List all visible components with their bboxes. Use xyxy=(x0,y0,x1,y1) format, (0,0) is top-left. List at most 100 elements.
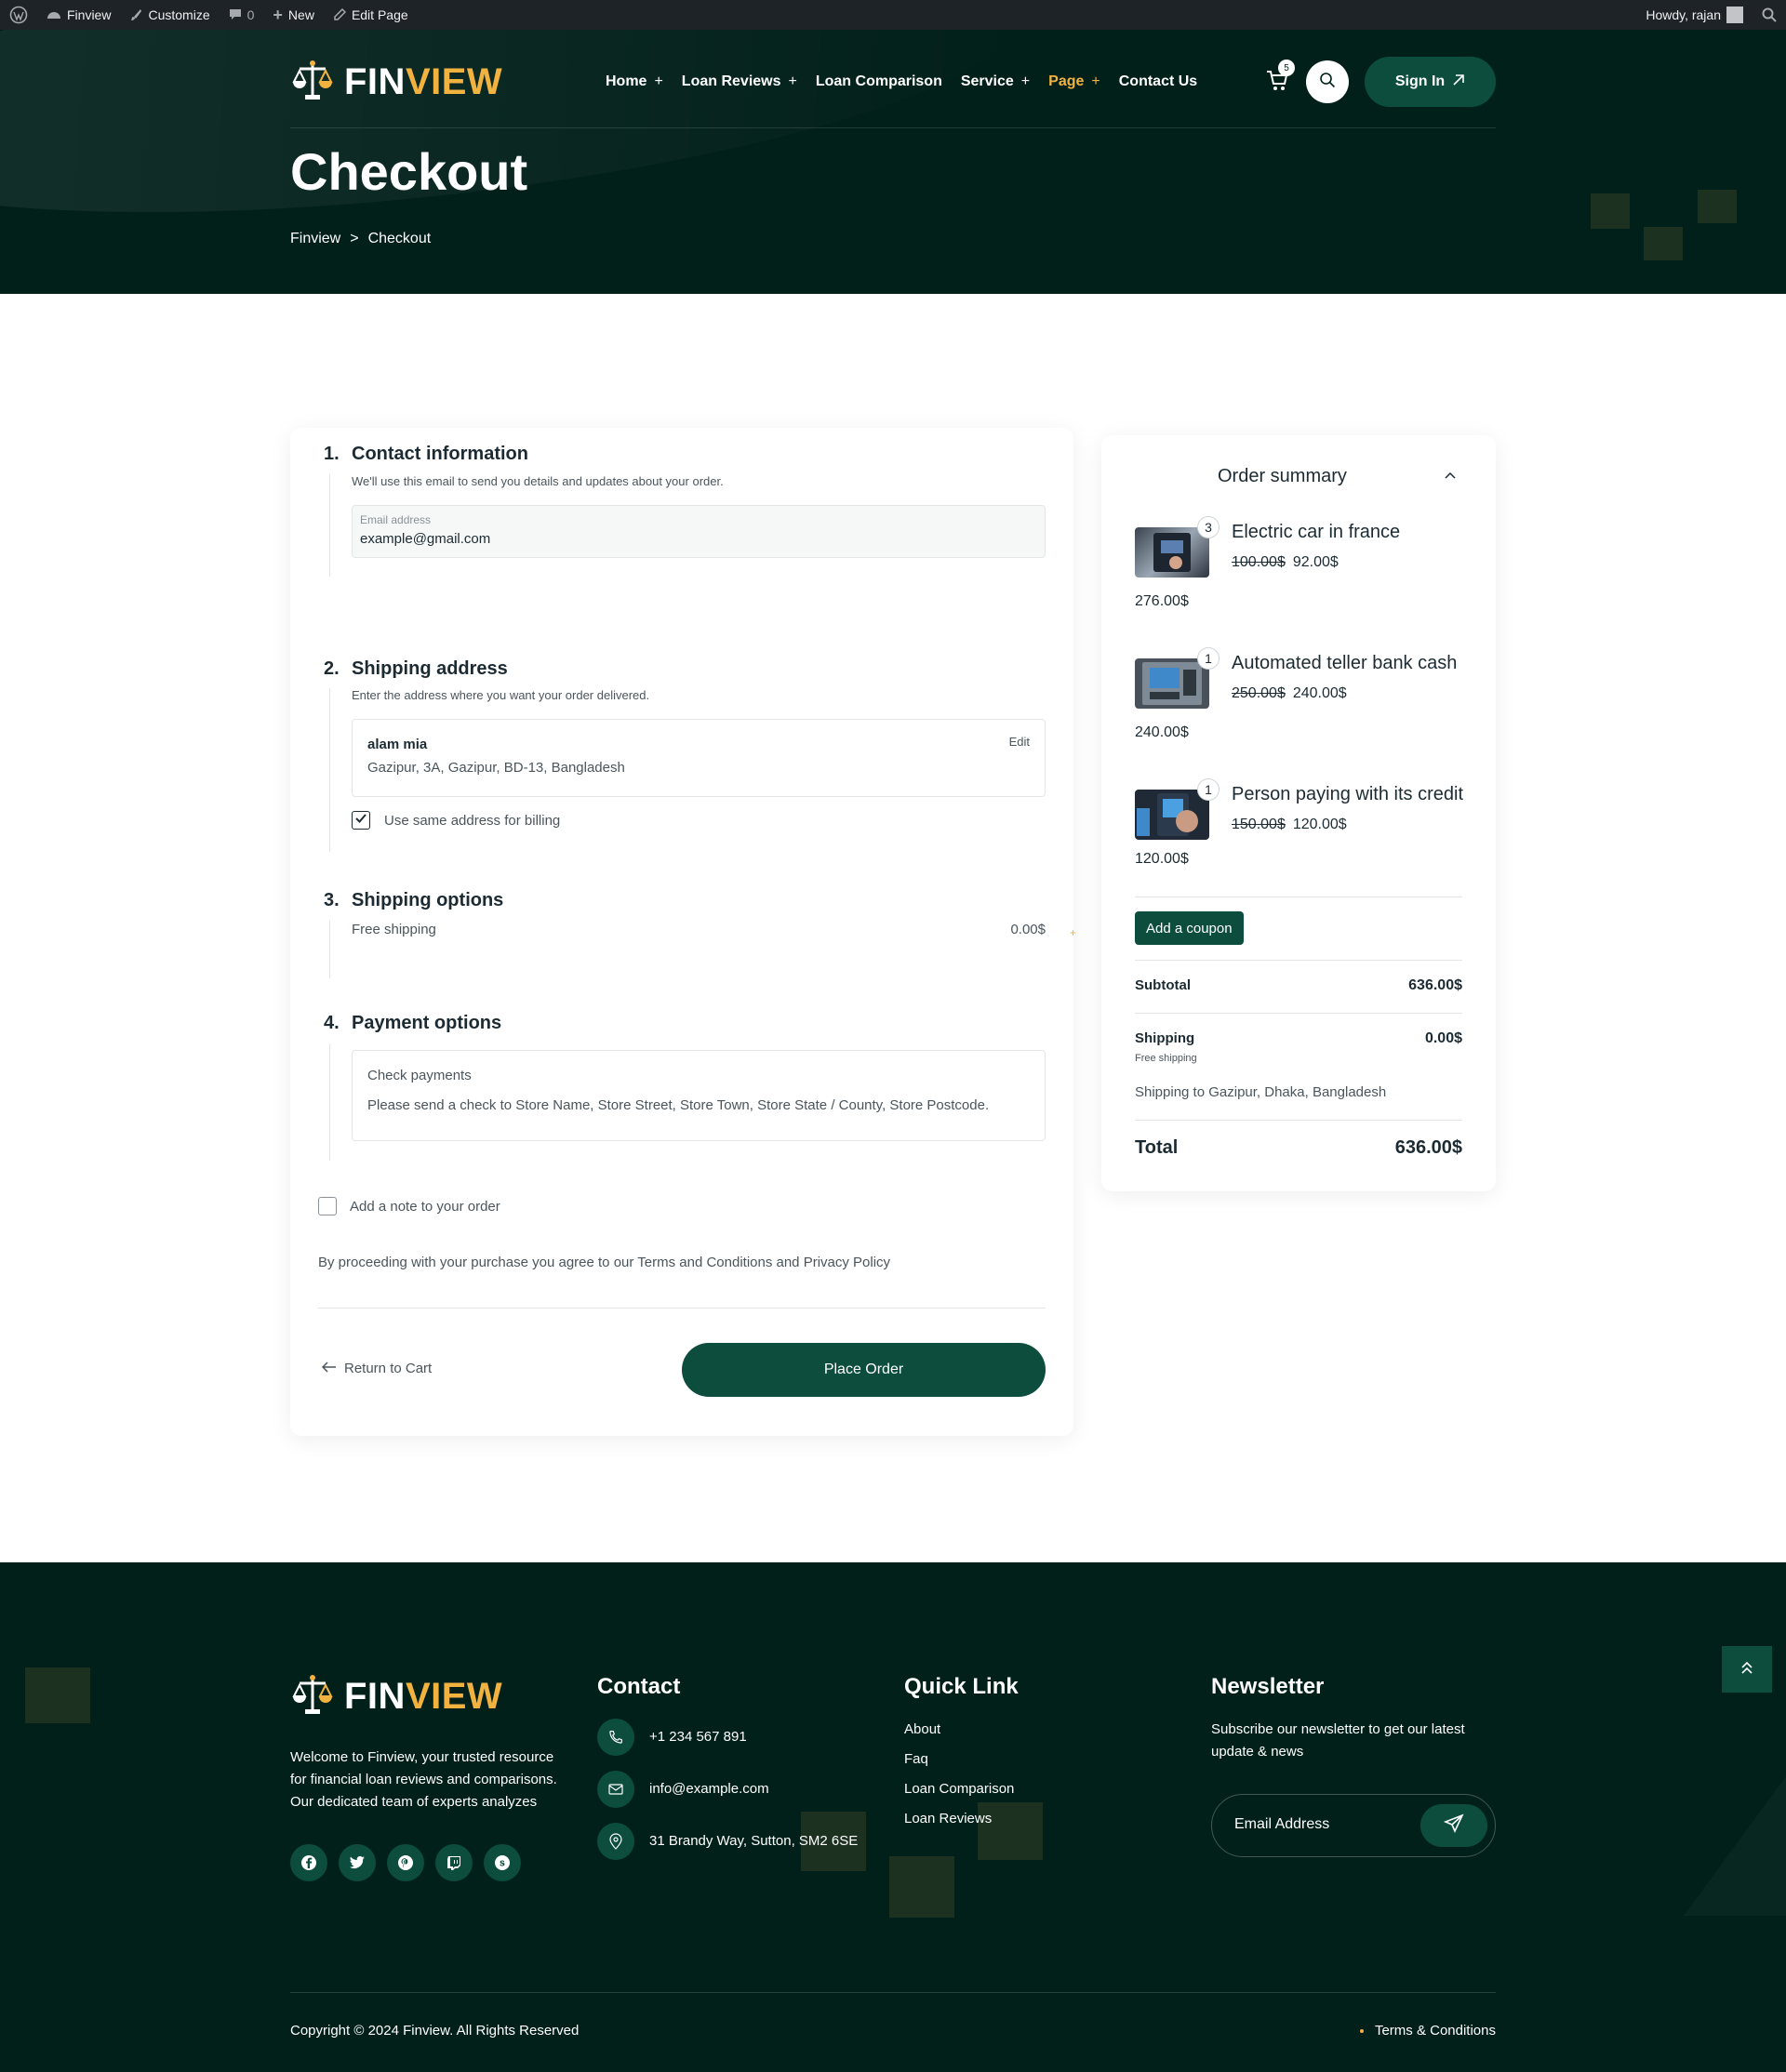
nav-item-service[interactable]: Service + xyxy=(961,73,1030,90)
sign-in-button[interactable]: Sign In xyxy=(1365,57,1496,107)
page-title: Checkout xyxy=(290,142,528,201)
product-sale-price: 120.00$ xyxy=(1292,817,1347,832)
address-line: Gazipur, 3A, Gazipur, BD-13, Bangladesh xyxy=(367,760,625,776)
nav-item-home[interactable]: Home + xyxy=(606,73,663,90)
product-line-total: 276.00$ xyxy=(1135,593,1189,609)
address-card: alam mia Gazipur, 3A, Gazipur, BD-13, Ba… xyxy=(352,719,1046,797)
phone-icon xyxy=(597,1719,634,1756)
admin-site-link[interactable]: Finview xyxy=(37,0,120,30)
main-nav: FINVIEW Home + Loan Reviews + Loan Compari… xyxy=(290,54,1496,110)
product-old-price: 250.00$ xyxy=(1232,685,1286,701)
nav-item-label: Page xyxy=(1048,73,1085,89)
admin-search-icon[interactable] xyxy=(1753,0,1786,30)
admin-comments-link[interactable]: 0 xyxy=(220,0,264,30)
plus-icon: + xyxy=(788,73,797,89)
decor-triangle xyxy=(1684,1776,1786,1916)
footer-address: 31 Brandy Way, Sutton, SM2 6SE xyxy=(649,1833,859,1849)
site-footer: FINVIEW Welcome to Finview, your trusted… xyxy=(0,1562,1786,2072)
nav-menu: Home + Loan Reviews + Loan Comparison Serv… xyxy=(606,54,1197,110)
footer-link-loan-reviews[interactable]: Loan Reviews xyxy=(904,1808,992,1830)
footer-about-line: Welcome to Finview, your trusted resourc… xyxy=(290,1749,554,1765)
admin-account-menu[interactable]: Howdy, rajan xyxy=(1636,0,1753,30)
edit-address-link[interactable]: Edit xyxy=(1009,735,1030,749)
place-order-button[interactable]: Place Order xyxy=(682,1343,1046,1397)
email-field[interactable]: Email address example@gmail.com xyxy=(352,505,1046,558)
add-note-checkbox[interactable] xyxy=(318,1197,337,1215)
nav-divider xyxy=(290,127,1496,128)
decor-square xyxy=(1644,227,1683,260)
footer-divider xyxy=(290,1992,1496,1993)
footer-terms-link[interactable]: Terms & Conditions xyxy=(1359,2020,1496,2042)
footer-email[interactable]: info@example.com xyxy=(649,1778,769,1800)
contact-info-title: Contact information xyxy=(352,444,528,464)
total-value: 636.00$ xyxy=(1394,1137,1462,1158)
logo-text-white: FIN xyxy=(344,60,406,102)
footer-newsletter-title: Newsletter xyxy=(1211,1674,1325,1699)
newsletter-submit-button[interactable] xyxy=(1420,1804,1487,1847)
cart-button[interactable]: 5 xyxy=(1265,60,1295,98)
product-name: Person paying with its credit xyxy=(1232,784,1464,804)
admin-edit-page-link[interactable]: Edit Page xyxy=(324,0,418,30)
footer-about: Welcome to Finview, your trusted resourc… xyxy=(290,1747,557,1813)
nav-item-loan-reviews[interactable]: Loan Reviews + xyxy=(682,73,797,90)
email-value: example@gmail.com xyxy=(360,531,491,547)
sparkle-icon: + xyxy=(1070,926,1077,939)
decor-square xyxy=(889,1856,954,1918)
quantity-badge: 1 xyxy=(1197,647,1220,670)
shipping-address-desc: Enter the address where you want your or… xyxy=(352,688,650,702)
step-line xyxy=(329,921,330,978)
payment-method-card[interactable]: Check payments Please send a check to St… xyxy=(352,1050,1046,1141)
footer-link-about[interactable]: About xyxy=(904,1719,940,1741)
site-logo[interactable]: FINVIEW xyxy=(290,58,502,107)
plus-icon: + xyxy=(1091,73,1100,89)
admin-new-link[interactable]: + New xyxy=(263,0,324,30)
logo-text-white: FIN xyxy=(344,1676,406,1717)
footer-logo[interactable]: FINVIEW xyxy=(290,1672,502,1721)
breadcrumb-separator: > xyxy=(350,231,359,246)
step-number: 4. xyxy=(324,1013,340,1033)
wordpress-logo-icon[interactable] xyxy=(0,0,37,30)
shipping-options-title: Shipping options xyxy=(352,890,504,910)
footer-phone[interactable]: +1 234 567 891 xyxy=(649,1726,747,1748)
nav-item-loan-comparison[interactable]: Loan Comparison xyxy=(816,73,942,90)
checkout-form: 1. Contact information We'll use this em… xyxy=(290,428,1077,1436)
nav-item-contact-us[interactable]: Contact Us xyxy=(1119,73,1197,90)
payment-method-name: Check payments xyxy=(367,1068,472,1083)
decor-square xyxy=(25,1667,90,1723)
search-button[interactable] xyxy=(1306,60,1349,103)
order-summary: Order summary 3 Electric car in france 1… xyxy=(1101,435,1496,1191)
add-note-label: Add a note to your order xyxy=(350,1199,500,1215)
chevron-up-icon[interactable] xyxy=(1444,468,1457,485)
shipping-option-label[interactable]: Free shipping xyxy=(352,922,436,937)
twitch-icon[interactable] xyxy=(435,1844,473,1881)
footer-link-loan-comparison[interactable]: Loan Comparison xyxy=(904,1778,1014,1800)
breadcrumb-home[interactable]: Finview xyxy=(290,231,340,247)
cart-icon xyxy=(1265,71,1289,97)
nav-item-page[interactable]: Page + xyxy=(1048,73,1100,90)
nav-item-label: Service xyxy=(960,73,1014,89)
product-old-price: 100.00$ xyxy=(1232,554,1286,570)
return-to-cart-link[interactable]: Return to Cart xyxy=(321,1361,433,1376)
product-line-total: 120.00$ xyxy=(1135,851,1189,867)
admin-comments-count: 0 xyxy=(247,7,255,22)
admin-customize-label: Customize xyxy=(148,7,210,22)
add-coupon-button[interactable]: Add a coupon xyxy=(1135,911,1244,945)
footer-link-faq[interactable]: Faq xyxy=(904,1748,928,1771)
twitter-icon[interactable] xyxy=(339,1844,376,1881)
step-number: 3. xyxy=(324,890,340,910)
decor-square xyxy=(1698,190,1737,223)
facebook-icon[interactable] xyxy=(290,1844,327,1881)
return-to-cart-label: Return to Cart xyxy=(344,1361,433,1376)
product-image xyxy=(1135,658,1209,709)
location-pin-icon xyxy=(597,1823,634,1860)
checkmark-icon xyxy=(354,812,367,830)
pinterest-icon[interactable] xyxy=(387,1844,424,1881)
logo-text-yellow: VIEW xyxy=(405,1676,503,1717)
skype-icon[interactable] xyxy=(484,1844,521,1881)
back-to-top-button[interactable] xyxy=(1722,1646,1772,1693)
summary-divider xyxy=(1135,1120,1462,1121)
same-billing-checkbox[interactable] xyxy=(352,811,370,830)
admin-customize-link[interactable]: Customize xyxy=(120,0,219,30)
newsletter-email-input[interactable]: Email Address xyxy=(1234,1816,1329,1833)
product-sale-price: 240.00$ xyxy=(1292,685,1347,701)
